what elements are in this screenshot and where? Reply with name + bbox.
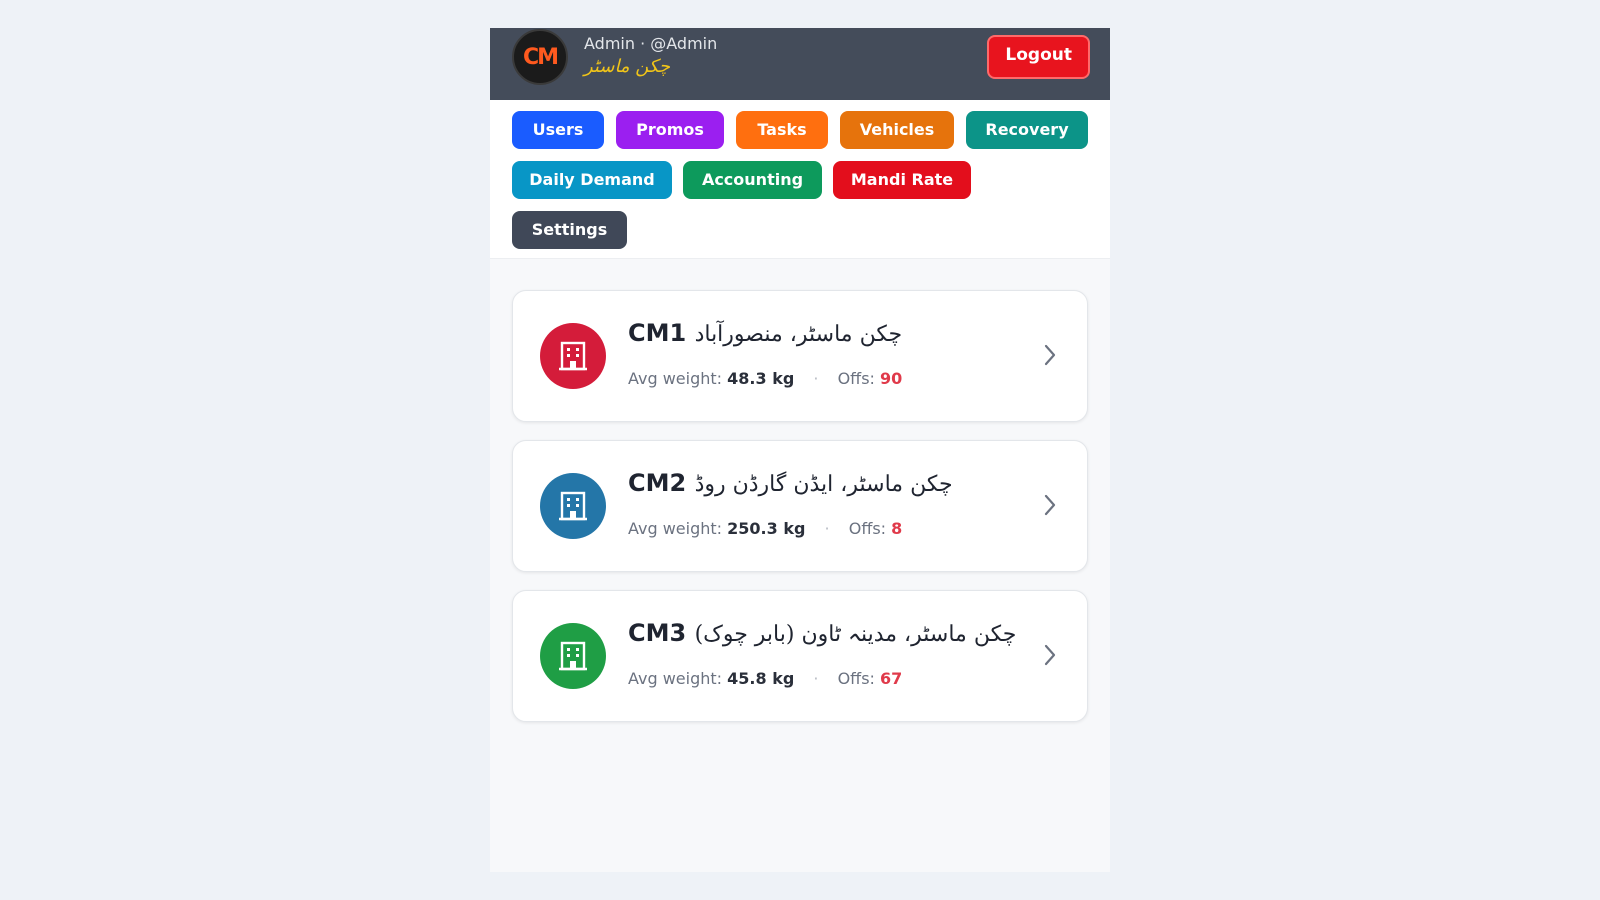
branch-card[interactable]: CM3 چکن ماسٹر، مدینہ ٹاون (بابر چوک) Avg… [512,590,1088,722]
nav-accounting-button[interactable]: Accounting [683,161,822,199]
branch-meta: Avg weight: 48.3 kg · Offs: 90 [628,369,902,388]
building-icon [540,473,606,539]
nav-mandi-rate-button[interactable]: Mandi Rate [833,161,971,199]
offs-label: Offs: [837,669,875,688]
building-icon [540,623,606,689]
nav-users-button[interactable]: Users [512,111,604,149]
branch-title: CM1 چکن ماسٹر، منصورآباد [628,319,902,347]
avg-weight-label: Avg weight: [628,369,723,388]
avg-weight-label: Avg weight: [628,519,723,538]
avg-weight-label: Avg weight: [628,669,723,688]
logout-button[interactable]: Logout [987,35,1090,79]
branch-title: CM3 چکن ماسٹر، مدینہ ٹاون (بابر چوک) [628,619,1016,647]
chevron-right-icon [1044,644,1056,666]
nav-daily-demand-button[interactable]: Daily Demand [512,161,672,199]
chevron-right-icon [1044,344,1056,366]
offs-label: Offs: [848,519,887,538]
avg-weight-value: 45.8 kg [727,669,795,688]
building-icon [540,323,606,389]
branch-name-urdu: چکن ماسٹر، منصورآباد [694,322,903,347]
nav-buttons: Users Promos Tasks Vehicles Recovery Dai… [490,100,1110,259]
branch-card[interactable]: CM1 چکن ماسٹر، منصورآباد Avg weight: 48.… [512,290,1088,422]
chevron-right-icon [1044,494,1056,516]
offs-label: Offs: [837,369,875,388]
meta-separator: · [824,519,830,538]
logo-text: CM [522,44,559,70]
branch-code: CM1 [628,319,687,347]
branch-name-urdu: چکن ماسٹر، مدینہ ٹاون (بابر چوک) [694,622,1017,647]
brand-logo: CM [512,29,568,85]
user-name: Admin · @Admin [584,34,718,53]
nav-tasks-button[interactable]: Tasks [736,111,828,149]
top-header: CM Admin · @Admin چکن ماسٹر Logout [490,28,1110,100]
nav-promos-button[interactable]: Promos [616,111,724,149]
meta-separator: · [813,669,819,688]
offs-value: 8 [891,519,903,538]
offs-value: 67 [880,669,903,688]
nav-recovery-button[interactable]: Recovery [966,111,1088,149]
brand-name-urdu: چکن ماسٹر [584,56,671,77]
avg-weight-value: 250.3 kg [727,519,806,538]
nav-vehicles-button[interactable]: Vehicles [840,111,954,149]
offs-value: 90 [880,369,903,388]
app-panel: CM Admin · @Admin چکن ماسٹر Logout Users… [490,28,1110,872]
branch-title: CM2 چکن ماسٹر، ایڈن گارڈن روڈ [628,469,953,497]
branch-card[interactable]: CM2 چکن ماسٹر، ایڈن گارڈن روڈ Avg weight… [512,440,1088,572]
branch-name-urdu: چکن ماسٹر، ایڈن گارڈن روڈ [694,472,953,497]
avg-weight-value: 48.3 kg [727,369,795,388]
branch-meta: Avg weight: 250.3 kg · Offs: 8 [628,519,902,538]
branch-code: CM3 [628,619,687,647]
meta-separator: · [813,369,819,388]
nav-settings-button[interactable]: Settings [512,211,627,249]
branch-meta: Avg weight: 45.8 kg · Offs: 67 [628,669,902,688]
branch-code: CM2 [628,469,687,497]
